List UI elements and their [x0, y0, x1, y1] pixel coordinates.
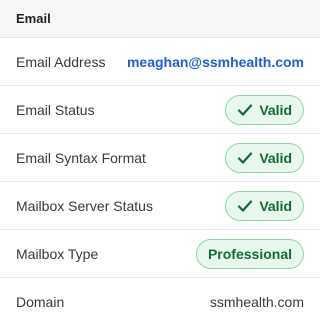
email-status-badge: Valid [225, 94, 304, 125]
email-syntax-format-label: Email Syntax Format [16, 149, 146, 166]
row-email-address: Email Address meaghan@ssmhealth.com [0, 38, 320, 86]
mailbox-type-value: Professional [207, 245, 292, 262]
email-status-value: Valid [259, 101, 292, 118]
row-mailbox-server-status: Mailbox Server Status Valid [0, 182, 320, 230]
domain-value: ssmhealth.com [209, 294, 304, 310]
mailbox-type-badge: Professional [195, 238, 304, 269]
check-icon [237, 102, 253, 118]
email-details-panel: Email Email Address meaghan@ssmhealth.co… [0, 0, 320, 326]
check-icon [237, 198, 253, 214]
row-mailbox-type: Mailbox Type Professional [0, 230, 320, 278]
mailbox-type-label: Mailbox Type [16, 245, 99, 262]
check-icon [237, 150, 253, 166]
email-address-label: Email Address [16, 53, 106, 70]
email-status-label: Email Status [16, 101, 95, 118]
mailbox-server-status-value: Valid [259, 197, 292, 214]
mailbox-server-status-label: Mailbox Server Status [16, 197, 153, 214]
row-domain: Domain ssmhealth.com [0, 278, 320, 326]
domain-label: Domain [16, 294, 65, 310]
email-address-link[interactable]: meaghan@ssmhealth.com [127, 54, 304, 70]
email-syntax-format-badge: Valid [225, 142, 304, 173]
section-title: Email [16, 11, 51, 26]
section-header: Email [0, 0, 320, 38]
row-email-status: Email Status Valid [0, 86, 320, 134]
mailbox-server-status-badge: Valid [225, 190, 304, 221]
email-syntax-format-value: Valid [259, 149, 292, 166]
row-email-syntax-format: Email Syntax Format Valid [0, 134, 320, 182]
